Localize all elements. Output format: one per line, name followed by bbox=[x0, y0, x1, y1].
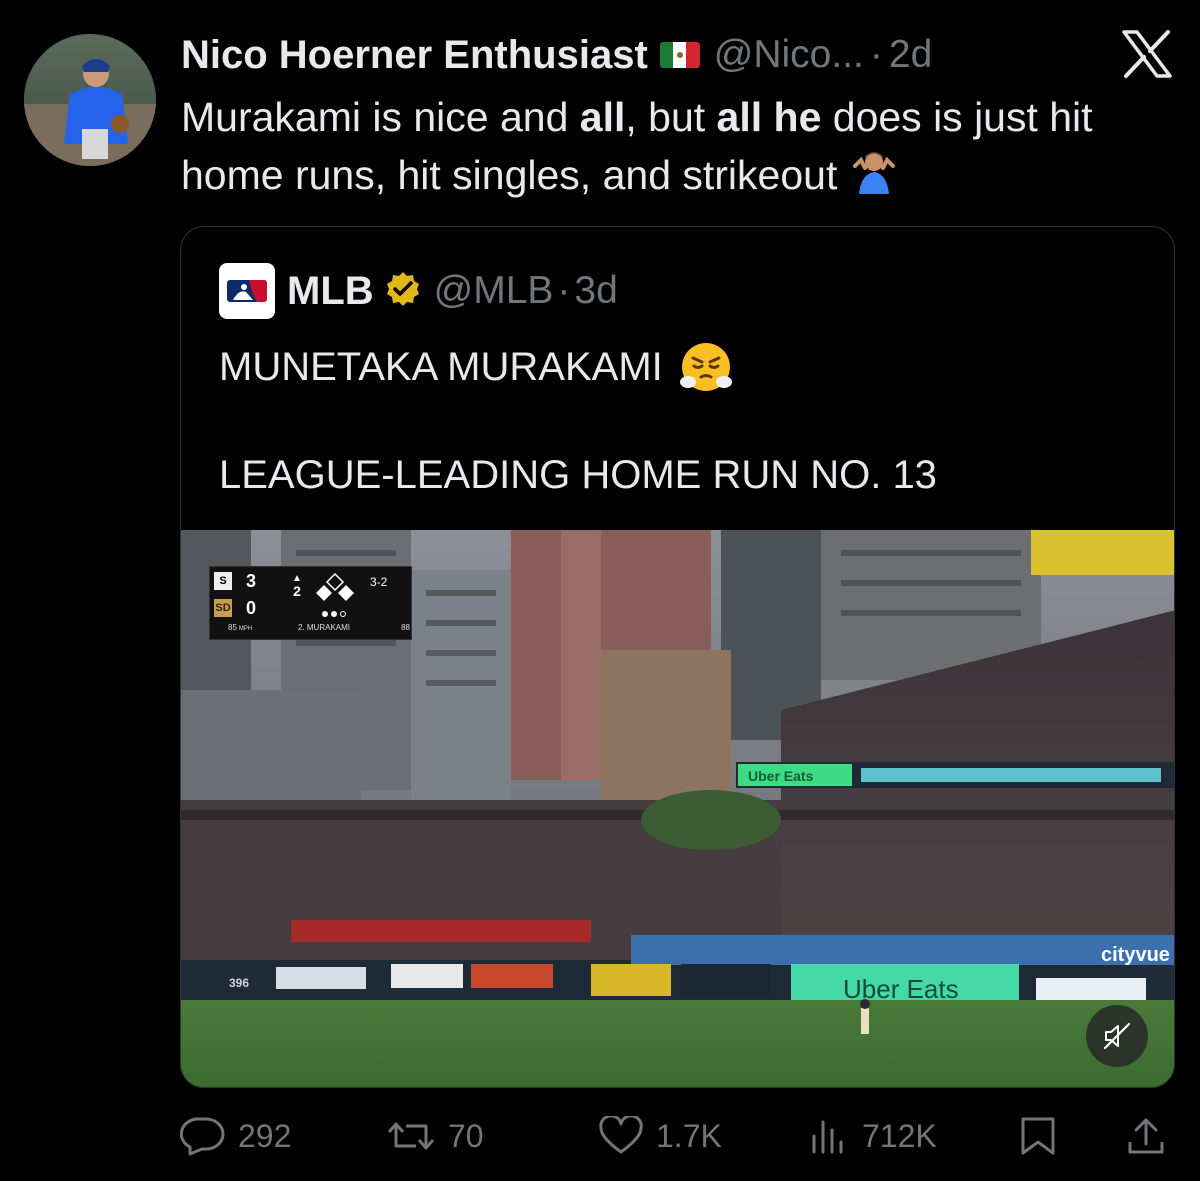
quoted-tweet-header: MLB @MLB · 3d bbox=[219, 263, 618, 319]
pitch-speed-value: 85 bbox=[228, 623, 237, 632]
tweet-text: Murakami is nice and all, but all he doe… bbox=[181, 88, 1181, 209]
quoted-tweet[interactable]: MLB @MLB · 3d MUNETAKA MURAKAMI LEAGUE-L… bbox=[180, 226, 1175, 1088]
distance-marker: 396 bbox=[229, 976, 250, 990]
tweet-header: Nico Hoerner Enthusiast @Nico... · 2d bbox=[181, 30, 932, 80]
bookmark-icon bbox=[1021, 1117, 1055, 1155]
tweet-text-part: , but bbox=[625, 94, 717, 140]
quoted-timestamp[interactable]: 3d bbox=[574, 269, 617, 313]
heart-icon bbox=[599, 1116, 643, 1154]
reply-count: 292 bbox=[238, 1117, 292, 1154]
reply-button[interactable]: 292 bbox=[180, 1108, 291, 1164]
base-diamond-icon bbox=[316, 573, 354, 601]
mlb-logo-icon[interactable] bbox=[219, 263, 275, 319]
separator-dot: · bbox=[869, 33, 883, 76]
share-icon bbox=[1128, 1118, 1164, 1154]
mute-button[interactable] bbox=[1086, 1005, 1148, 1067]
quoted-text-line-2: LEAGUE-LEADING HOME RUN NO. 13 bbox=[219, 453, 937, 497]
repost-icon bbox=[387, 1122, 435, 1150]
share-button[interactable] bbox=[1126, 1108, 1178, 1164]
views-chart-icon bbox=[812, 1120, 843, 1154]
speaker-muted-icon bbox=[1103, 1022, 1131, 1050]
pitch-speed-unit: MPH bbox=[238, 626, 253, 632]
like-count: 1.7K bbox=[656, 1117, 722, 1154]
tweet-text-bold: all bbox=[579, 94, 626, 140]
ball-strike-count: 3-2 bbox=[370, 575, 388, 589]
avatar-image bbox=[24, 34, 156, 166]
white-sox-logo-icon: S bbox=[214, 572, 232, 590]
quoted-text-line-1: MUNETAKA MURAKAMI bbox=[219, 339, 733, 395]
signage-uber-eats-fence: Uber Eats bbox=[843, 974, 959, 1004]
scorebug-home-row: SD 0 bbox=[214, 597, 272, 619]
home-score: 0 bbox=[246, 597, 257, 618]
mexico-flag-icon bbox=[659, 42, 700, 68]
quoted-author-handle[interactable]: @MLB bbox=[434, 269, 554, 313]
bookmark-button[interactable] bbox=[1018, 1108, 1070, 1164]
quoted-text: MUNETAKA MURAKAMI bbox=[219, 344, 663, 389]
repost-button[interactable]: 70 bbox=[386, 1108, 484, 1164]
x-logo-icon[interactable] bbox=[1122, 30, 1172, 78]
batter-name: 2. MURAKAMI bbox=[298, 623, 351, 632]
separator-dot: · bbox=[557, 269, 571, 312]
scorebug-away-row: S 3 bbox=[214, 570, 272, 592]
repost-count: 70 bbox=[448, 1117, 484, 1154]
scorebug: S 3 SD 0 ▲ 2 3-2 85 MPH 2. MURAKAMI 88 bbox=[209, 566, 412, 640]
author-name[interactable]: Nico Hoerner Enthusiast bbox=[181, 33, 648, 78]
video-player[interactable]: Uber Eats Uber Eats 396 cityvue S 3 SD 0… bbox=[181, 530, 1174, 1087]
signage-uber-eats-top: Uber Eats bbox=[748, 768, 814, 784]
tweet-action-bar: 292 70 1.7K 712K bbox=[0, 1108, 1200, 1164]
tweet-text-part: Murakami is nice and bbox=[181, 94, 580, 140]
padres-logo-icon: SD bbox=[214, 599, 232, 617]
tweet-timestamp[interactable]: 2d bbox=[889, 33, 932, 77]
author-avatar[interactable] bbox=[24, 34, 156, 166]
batter-info: 2. MURAKAMI 88 bbox=[298, 623, 410, 632]
outs-indicator bbox=[322, 611, 346, 617]
away-score: 3 bbox=[246, 570, 257, 591]
views-count: 712K bbox=[862, 1117, 937, 1154]
author-handle[interactable]: @Nico... bbox=[714, 33, 864, 77]
inning-indicator: ▲ 2 bbox=[290, 573, 304, 599]
gold-verified-badge-icon bbox=[384, 270, 422, 313]
pitch-speed: 85 MPH bbox=[228, 623, 252, 632]
inning-number: 2 bbox=[293, 583, 301, 599]
signage-city: cityvue bbox=[1101, 944, 1170, 966]
man-shrugging-emoji bbox=[851, 148, 897, 209]
reply-icon bbox=[180, 1117, 225, 1156]
tweet-text-bold: all he bbox=[716, 94, 822, 140]
face-with-steam-emoji bbox=[679, 340, 733, 394]
views-button[interactable]: 712K bbox=[808, 1108, 937, 1164]
like-button[interactable]: 1.7K bbox=[598, 1108, 722, 1164]
batter-pitch-count: 88 bbox=[401, 623, 410, 632]
quoted-author-name[interactable]: MLB bbox=[287, 269, 374, 314]
